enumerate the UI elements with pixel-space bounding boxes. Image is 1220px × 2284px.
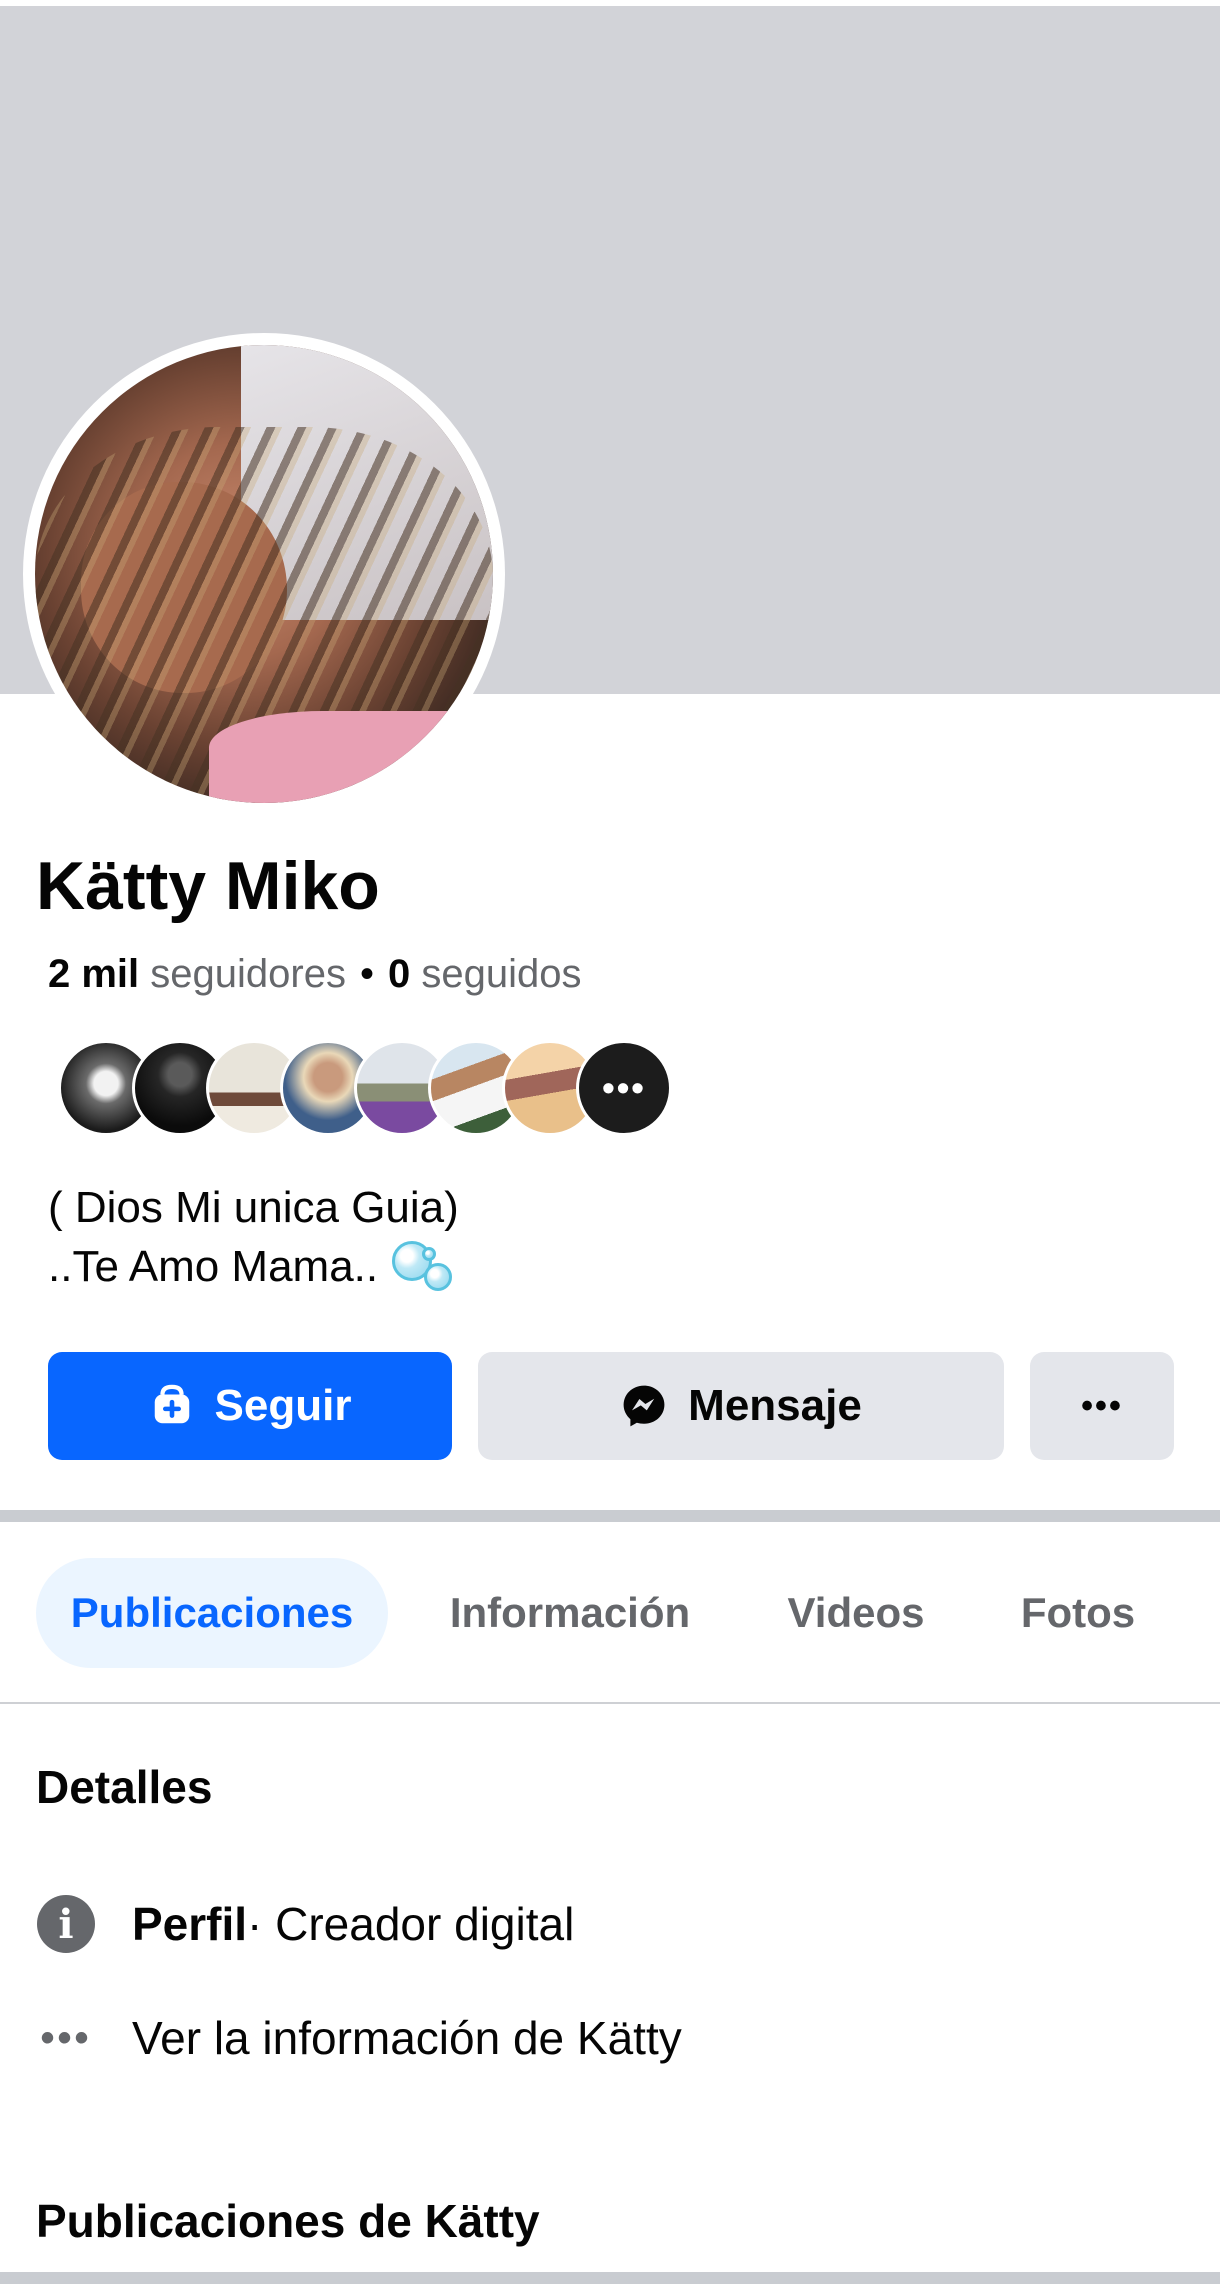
profile-tabs: Publicaciones Información Videos Fotos [0, 1558, 1220, 1668]
bubbles-emoji-icon [392, 1241, 456, 1297]
see-info-label: Ver la información de Kätty [132, 2012, 682, 2064]
person-add-icon [149, 1383, 195, 1429]
more-options-button[interactable]: ••• [1030, 1352, 1174, 1460]
followers-preview: ••• [58, 1040, 918, 1136]
bio-line: ( Dios Mi unica Guia) [48, 1183, 459, 1232]
followers-link[interactable]: 2 mil seguidores [48, 952, 346, 996]
messenger-icon [620, 1382, 668, 1430]
profile-type-label: Perfil [132, 1898, 248, 1950]
tab-fotos[interactable]: Fotos [990, 1558, 1166, 1668]
following-count: 0 [387, 952, 411, 996]
info-icon: i [36, 1894, 96, 1954]
message-button[interactable]: Mensaje [478, 1352, 1004, 1460]
section-divider [0, 1510, 1220, 1522]
profile-bio: ( Dios Mi unica Guia) ..Te Amo Mama.. [48, 1178, 459, 1297]
following-link[interactable]: 0 seguidos [388, 952, 582, 996]
bio-line: ..Te Amo Mama.. [48, 1242, 379, 1291]
tabs-divider [0, 1702, 1220, 1704]
follow-button[interactable]: Seguir [48, 1352, 452, 1460]
bio-line-row: ..Te Amo Mama.. [48, 1237, 459, 1297]
profile-type-value: · Creador digital [247, 1898, 575, 1950]
follow-stats: 2 mil seguidores • 0 seguidos [48, 954, 581, 994]
followers-label: seguidores [150, 952, 346, 996]
follow-button-label: Seguir [214, 1381, 352, 1430]
status-strip [0, 0, 1220, 6]
stats-separator: • [359, 952, 374, 996]
tab-videos[interactable]: Videos [760, 1558, 952, 1668]
tab-informacion[interactable]: Información [420, 1558, 720, 1668]
profile-picture[interactable] [35, 345, 493, 803]
details-title: Detalles [36, 1761, 213, 1813]
more-followers-button[interactable]: ••• [576, 1040, 672, 1136]
more-dots-icon: ••• [1081, 1386, 1123, 1425]
profile-name: Kätty Miko [36, 848, 380, 924]
see-info-row[interactable]: ••• Ver la información de Kätty [36, 2008, 682, 2068]
following-label: seguidos [421, 952, 582, 996]
message-button-label: Mensaje [688, 1381, 862, 1430]
tab-publicaciones[interactable]: Publicaciones [36, 1558, 388, 1668]
section-divider [0, 2272, 1220, 2284]
posts-title: Publicaciones de Kätty [36, 2195, 540, 2247]
followers-count: 2 mil [48, 952, 140, 996]
more-dots-icon: ••• [40, 2015, 92, 2060]
profile-type-row: i Perfil · Creador digital [36, 1894, 574, 1954]
